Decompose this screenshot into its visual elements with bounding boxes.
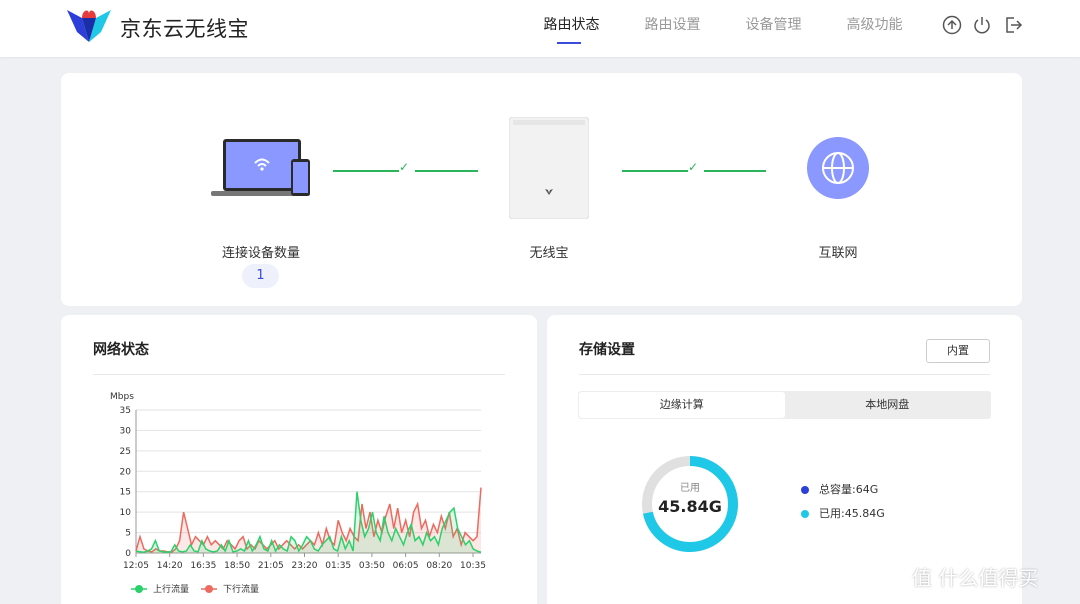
used-caption: 已用 <box>680 483 700 494</box>
device-count-badge[interactable]: 1 <box>242 264 279 288</box>
tab-local-disk[interactable]: 本地网盘 <box>785 392 991 418</box>
x-tick-label: 10:35 <box>460 561 486 571</box>
legend-dot-total <box>801 486 809 494</box>
y-tick-label: 20 <box>120 467 132 477</box>
y-tick-label: 25 <box>120 447 131 457</box>
connected-devices-label: 连接设备数量 <box>221 246 300 261</box>
y-tick-label: 0 <box>125 549 131 559</box>
app-title: 京东云无线宝 <box>120 17 249 41</box>
internet-link-line-right <box>704 170 766 172</box>
y-tick-label: 15 <box>120 488 131 498</box>
jdcloud-logo-icon <box>67 10 111 42</box>
top-header: 京东云无线宝 路由状态 路由设置 设备管理 高级功能 <box>0 0 1080 57</box>
legend-marker <box>135 585 143 593</box>
x-tick-label: 14:20 <box>157 561 183 571</box>
nav-advanced-features[interactable]: 高级功能 <box>824 0 925 57</box>
storage-settings-title: 存储设置 <box>579 342 635 358</box>
storage-settings-card: 存储设置 内置 边缘计算 本地网盘 已用 45.84G 总容量:64G 已用:4… <box>547 315 1022 604</box>
y-tick-label: 35 <box>120 406 131 416</box>
network-topology-card: 连接设备数量 1 ✓ 无线宝 ✓ 互联网 <box>61 73 1022 306</box>
nav-device-management[interactable]: 设备管理 <box>723 0 824 57</box>
x-tick-label: 23:20 <box>292 561 318 571</box>
logout-icon[interactable] <box>1003 15 1023 35</box>
internet-link-line <box>622 170 688 172</box>
x-tick-label: 03:50 <box>359 561 385 571</box>
legend-marker <box>205 585 213 593</box>
watermark: 值 什么值得买 <box>912 566 1039 590</box>
x-tick-label: 06:05 <box>393 561 419 571</box>
network-status-card: 网络状态 Mbps 0 5 10 15 20 25 30 35 12:05 14:20 16:35 18… <box>61 315 537 604</box>
legend-total-capacity: 总容量:64G <box>801 481 878 497</box>
legend-label: 下行流量 <box>223 583 259 595</box>
y-tick-label: 30 <box>120 426 132 436</box>
y-tick-label: 5 <box>125 529 131 539</box>
x-tick-label: 12:05 <box>123 561 149 571</box>
storage-mode-button[interactable]: 内置 <box>926 339 990 363</box>
y-tick-label: 10 <box>120 508 132 518</box>
legend-dot-used <box>801 510 809 518</box>
storage-divider <box>579 374 990 375</box>
x-tick-label: 08:20 <box>426 561 452 571</box>
legend-label: 上行流量 <box>153 583 189 595</box>
legend-used-label: 已用:45.84G <box>819 507 885 520</box>
x-tick-label: 01:35 <box>325 561 351 571</box>
device-link-line-right <box>415 170 478 172</box>
internet-label: 互联网 <box>818 246 858 261</box>
y-axis-label: Mbps <box>110 392 134 402</box>
storage-tabs: 边缘计算 本地网盘 <box>578 391 991 419</box>
legend-total-label: 总容量:64G <box>819 483 879 496</box>
router-device-icon <box>509 117 589 219</box>
laptop-phone-icon <box>211 139 310 196</box>
x-tick-label: 21:05 <box>258 561 284 571</box>
internet-link-check-icon: ✓ <box>688 160 699 174</box>
nav-router-settings[interactable]: 路由设置 <box>622 0 723 57</box>
nav-router-status[interactable]: 路由状态 <box>521 0 622 57</box>
main-nav: 路由状态 路由设置 设备管理 高级功能 <box>521 0 925 57</box>
x-tick-label: 16:35 <box>190 561 216 571</box>
traffic-chart: Mbps 0 5 10 15 20 25 30 35 12:05 14:20 16:35 18:50 21… <box>110 392 486 595</box>
power-icon[interactable] <box>972 15 992 35</box>
upgrade-icon[interactable] <box>942 15 962 35</box>
device-link-line <box>333 170 399 172</box>
globe-icon <box>807 137 869 199</box>
legend-used: 已用:45.84G <box>801 505 885 521</box>
used-value: 45.84G <box>658 497 722 516</box>
device-link-check-icon: ✓ <box>399 160 410 174</box>
x-tick-label: 18:50 <box>224 561 250 571</box>
tab-edge-computing[interactable]: 边缘计算 <box>579 392 785 418</box>
router-label: 无线宝 <box>529 246 569 261</box>
